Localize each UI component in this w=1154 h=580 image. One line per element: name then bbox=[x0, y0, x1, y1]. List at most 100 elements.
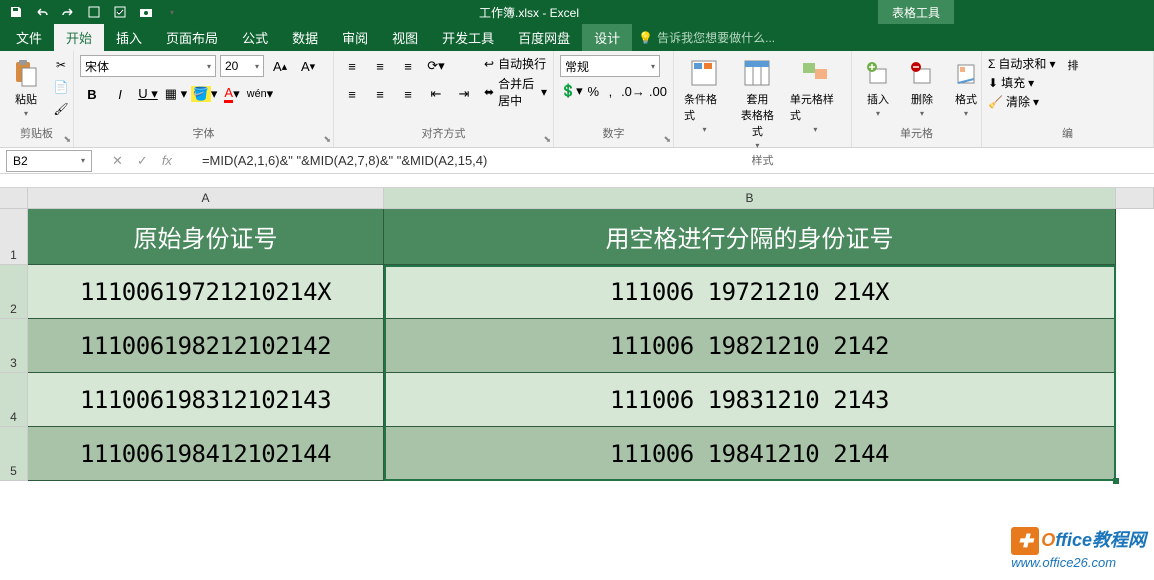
menu-home[interactable]: 开始 bbox=[54, 24, 104, 51]
align-middle-icon[interactable]: ≡ bbox=[368, 55, 392, 77]
column-header-blank[interactable] bbox=[1116, 188, 1154, 208]
menu-data[interactable]: 数据 bbox=[280, 24, 330, 51]
align-bottom-icon[interactable]: ≡ bbox=[396, 55, 420, 77]
align-top-icon[interactable]: ≡ bbox=[340, 55, 364, 77]
column-header-b[interactable]: B bbox=[384, 188, 1116, 208]
fill-handle[interactable] bbox=[1113, 478, 1119, 484]
tell-me-input[interactable]: 💡 告诉我您想要做什么... bbox=[638, 24, 775, 51]
column-header-a[interactable]: A bbox=[28, 188, 384, 208]
menu-formulas[interactable]: 公式 bbox=[230, 24, 280, 51]
table-format-icon bbox=[741, 57, 773, 89]
cell-b4[interactable]: 111006 19831210 2143 bbox=[384, 373, 1116, 427]
cut-icon[interactable]: ✂ bbox=[50, 55, 72, 75]
italic-button[interactable]: I bbox=[108, 83, 132, 105]
cell-a5[interactable]: 111006198412102144 bbox=[28, 427, 384, 481]
name-box[interactable]: B2▾ bbox=[6, 150, 92, 172]
dialog-launcher-icon[interactable]: ⬊ bbox=[663, 134, 671, 145]
increase-decimal-icon[interactable]: .0→ bbox=[621, 80, 645, 102]
fx-icon[interactable]: fx bbox=[162, 153, 172, 168]
select-all-corner[interactable] bbox=[0, 188, 28, 208]
redo-icon[interactable] bbox=[60, 4, 76, 20]
undo-icon[interactable] bbox=[34, 4, 50, 20]
formula-input[interactable]: =MID(A2,1,6)&" "&MID(A2,7,8)&" "&MID(A2,… bbox=[202, 153, 487, 168]
dialog-launcher-icon[interactable]: ⬊ bbox=[543, 134, 551, 145]
fill-button[interactable]: ⬇填充 ▾ bbox=[988, 74, 1055, 91]
menu-design[interactable]: 设计 bbox=[582, 24, 632, 51]
cell-a3[interactable]: 111006198212102142 bbox=[28, 319, 384, 373]
comma-button[interactable]: , bbox=[604, 80, 617, 102]
qat-icon-5[interactable] bbox=[112, 4, 128, 20]
wrap-text-button[interactable]: ↩自动换行 bbox=[484, 55, 547, 72]
cell-b5[interactable]: 111006 19841210 2144 bbox=[384, 427, 1116, 481]
cell-b3[interactable]: 111006 19821210 2142 bbox=[384, 319, 1116, 373]
delete-button[interactable]: 删除▾ bbox=[902, 55, 942, 120]
spreadsheet-grid[interactable]: A B 1 原始身份证号 用空格进行分隔的身份证号 2 111006197212… bbox=[0, 188, 1154, 481]
fill-color-button[interactable]: 🪣▾ bbox=[192, 83, 216, 105]
row-header-2[interactable]: 2 bbox=[0, 265, 28, 319]
paste-icon bbox=[10, 57, 42, 89]
enter-icon[interactable]: ✓ bbox=[137, 153, 148, 169]
menu-review[interactable]: 审阅 bbox=[330, 24, 380, 51]
menu-view[interactable]: 视图 bbox=[380, 24, 430, 51]
chevron-down-icon: ▾ bbox=[24, 109, 28, 118]
increase-font-icon[interactable]: A▴ bbox=[268, 55, 292, 77]
cell-a4[interactable]: 111006198312102143 bbox=[28, 373, 384, 427]
menu-insert[interactable]: 插入 bbox=[104, 24, 154, 51]
row-header-5[interactable]: 5 bbox=[0, 427, 28, 481]
autosum-button[interactable]: Σ自动求和 ▾ bbox=[988, 55, 1055, 72]
percent-button[interactable]: % bbox=[587, 80, 600, 102]
increase-indent-icon[interactable]: ⇥ bbox=[452, 83, 476, 105]
format-button[interactable]: 格式▾ bbox=[946, 55, 986, 120]
paste-button[interactable]: 粘贴 ▾ bbox=[6, 55, 46, 120]
decrease-indent-icon[interactable]: ⇤ bbox=[424, 83, 448, 105]
currency-button[interactable]: 💲▾ bbox=[560, 80, 583, 102]
row-header-4[interactable]: 4 bbox=[0, 373, 28, 427]
decrease-font-icon[interactable]: A▾ bbox=[296, 55, 320, 77]
borders-button[interactable]: ▦ ▾ bbox=[164, 83, 188, 105]
decrease-decimal-icon[interactable]: .00 bbox=[649, 80, 667, 102]
styles-group-label: 样式 bbox=[680, 152, 845, 170]
save-icon[interactable] bbox=[8, 4, 24, 20]
conditional-format-button[interactable]: 条件格式▾ bbox=[680, 55, 729, 136]
cell-a1[interactable]: 原始身份证号 bbox=[28, 209, 384, 265]
menu-developer[interactable]: 开发工具 bbox=[430, 24, 506, 51]
copy-icon[interactable]: 📄 bbox=[50, 77, 72, 97]
underline-button[interactable]: U ▾ bbox=[136, 83, 160, 105]
row-header-3[interactable]: 3 bbox=[0, 319, 28, 373]
clear-button[interactable]: 🧹清除 ▾ bbox=[988, 93, 1055, 110]
format-painter-icon[interactable]: 🖌 bbox=[50, 99, 72, 119]
office-logo-icon: ✚ bbox=[1011, 527, 1039, 555]
phonetic-button[interactable]: wén ▾ bbox=[248, 83, 272, 105]
dialog-launcher-icon[interactable]: ⬊ bbox=[323, 134, 331, 145]
number-format-select[interactable]: 常规▾ bbox=[560, 55, 660, 77]
row-header-1[interactable]: 1 bbox=[0, 209, 28, 265]
dialog-launcher-icon[interactable]: ⬊ bbox=[63, 134, 71, 145]
cell-b2[interactable]: 111006 19721210 214X bbox=[384, 265, 1116, 319]
camera-icon[interactable] bbox=[138, 4, 154, 20]
cell-a2[interactable]: 11100619721210214X bbox=[28, 265, 384, 319]
table-format-button[interactable]: 套用 表格格式▾ bbox=[733, 55, 782, 152]
align-center-icon[interactable]: ≡ bbox=[368, 83, 392, 105]
qat-dropdown-icon[interactable]: ▾ bbox=[164, 4, 180, 20]
table-row: 3 111006198212102142 111006 19821210 214… bbox=[0, 319, 1154, 373]
align-left-icon[interactable]: ≡ bbox=[340, 83, 364, 105]
merge-center-button[interactable]: ⬌合并后居中 ▾ bbox=[484, 75, 547, 109]
group-cells: 插入▾ 删除▾ 格式▾ 单元格 bbox=[852, 51, 982, 147]
orientation-icon[interactable]: ⟳▾ bbox=[424, 55, 448, 77]
font-size-select[interactable]: 20▾ bbox=[220, 55, 264, 77]
font-name-select[interactable]: 宋体▾ bbox=[80, 55, 216, 77]
font-color-button[interactable]: A▾ bbox=[220, 83, 244, 105]
bold-button[interactable]: B bbox=[80, 83, 104, 105]
font-size-value: 20 bbox=[225, 59, 238, 73]
insert-button[interactable]: 插入▾ bbox=[858, 55, 898, 120]
cell-b1[interactable]: 用空格进行分隔的身份证号 bbox=[384, 209, 1116, 265]
cancel-icon[interactable]: ✕ bbox=[112, 153, 123, 169]
number-group-label: 数字 bbox=[560, 125, 667, 143]
align-right-icon[interactable]: ≡ bbox=[396, 83, 420, 105]
menu-page-layout[interactable]: 页面布局 bbox=[154, 24, 230, 51]
qat-icon-4[interactable] bbox=[86, 4, 102, 20]
menu-file[interactable]: 文件 bbox=[0, 24, 54, 51]
sort-filter-button[interactable]: 排 bbox=[1063, 55, 1082, 110]
menu-baidu[interactable]: 百度网盘 bbox=[506, 24, 582, 51]
cell-styles-button[interactable]: 单元格样式▾ bbox=[786, 55, 845, 136]
